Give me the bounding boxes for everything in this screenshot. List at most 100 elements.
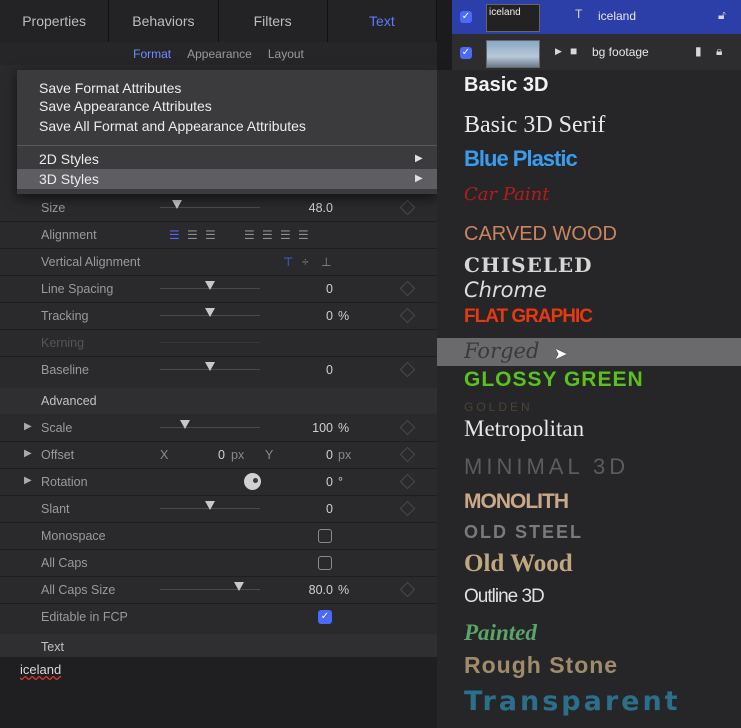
style-painted[interactable]: Painted	[437, 620, 741, 648]
menu-item-save-format[interactable]: Save Format Attributes	[17, 78, 437, 98]
all-caps-size-value[interactable]: 80.0	[300, 583, 333, 597]
style-chiseled[interactable]: CHISELED	[437, 253, 741, 281]
all-caps-size-slider[interactable]	[160, 589, 260, 590]
subtab-appearance[interactable]: Appearance	[187, 47, 252, 61]
size-label: Size	[41, 201, 66, 215]
size-slider-knob[interactable]	[172, 200, 182, 209]
menu-item-save-appearance[interactable]: Save Appearance Attributes	[17, 96, 437, 116]
keyframe-icon[interactable]	[399, 361, 416, 378]
disclosure-triangle-icon[interactable]: ▶	[24, 448, 32, 459]
menu-item-3d-styles[interactable]: 3D Styles ▶	[17, 169, 437, 189]
layer-row-iceland[interactable]: ✓ iceland T iceland 🔓︎	[452, 0, 741, 34]
rotation-value[interactable]: 0	[300, 475, 333, 489]
text-input-area[interactable]	[0, 657, 437, 728]
tab-properties[interactable]: Properties	[0, 0, 110, 42]
style-car-paint[interactable]: Car Paint	[437, 182, 741, 210]
lock-icon[interactable]: 🔒︎	[716, 44, 722, 59]
editable-fcp-checkbox[interactable]: ✓	[318, 610, 332, 624]
offset-label: Offset	[41, 448, 75, 462]
offset-y-value[interactable]: 0	[305, 448, 333, 462]
valign-top-icon[interactable]: ⊤	[283, 255, 293, 269]
menu-item-2d-styles[interactable]: 2D Styles ▶	[17, 149, 437, 169]
style-flat-graphic[interactable]: FLAT GRAPHIC	[437, 306, 741, 334]
all-caps-label: All Caps	[41, 556, 88, 570]
scale-slider[interactable]	[160, 427, 260, 428]
lock-open-icon[interactable]: 🔓︎	[718, 8, 726, 23]
layer-visibility-checkbox[interactable]: ✓	[460, 47, 472, 59]
slant-knob[interactable]	[205, 501, 215, 510]
scale-knob[interactable]	[180, 420, 190, 429]
style-chrome[interactable]: Chrome	[437, 278, 741, 306]
line-spacing-value[interactable]: 0	[300, 282, 333, 296]
rotation-dial-icon[interactable]	[244, 473, 261, 490]
style-forged[interactable]: Forged ➤	[437, 338, 741, 366]
monospace-row: Monospace	[0, 523, 437, 549]
valign-bottom-icon[interactable]: ⊥	[321, 255, 331, 269]
disclosure-triangle-icon[interactable]: ▶	[555, 46, 562, 57]
style-blue-plastic[interactable]: Blue Plastic	[437, 146, 741, 174]
scale-value[interactable]: 100	[300, 421, 333, 435]
monospace-checkbox[interactable]	[318, 529, 332, 543]
advanced-section-header[interactable]: Advanced	[0, 388, 437, 414]
baseline-value[interactable]: 0	[300, 363, 333, 377]
style-basic-3d[interactable]: Basic 3D	[437, 72, 741, 100]
offset-row: ▶ Offset X 0 px Y 0 px	[0, 442, 437, 468]
align-left-icon[interactable]: ☰	[169, 228, 180, 242]
justify-center-icon[interactable]: ☰	[262, 228, 273, 242]
tab-text[interactable]: Text	[328, 0, 437, 42]
style-basic-3d-serif[interactable]: Basic 3D Serif	[437, 112, 741, 140]
align-center-icon[interactable]: ☰	[187, 228, 198, 242]
layer-name[interactable]: iceland	[598, 9, 636, 23]
keyframe-icon[interactable]	[399, 307, 416, 324]
keyframe-icon[interactable]	[399, 581, 416, 598]
style-rough-stone[interactable]: Rough Stone	[437, 652, 741, 680]
style-carved-wood[interactable]: CARVED WOOD	[437, 221, 741, 249]
style-old-wood[interactable]: Old Wood	[437, 550, 741, 578]
align-right-icon[interactable]: ☰	[205, 228, 216, 242]
layer-options-icon[interactable]: ▮	[695, 44, 702, 58]
tab-behaviors[interactable]: Behaviors	[109, 0, 219, 42]
subtab-layout[interactable]: Layout	[268, 47, 304, 61]
menu-item-save-all[interactable]: Save All Format and Appearance Attribute…	[17, 116, 437, 136]
style-glossy-green[interactable]: GLOSSY GREEN	[437, 368, 741, 396]
keyframe-icon[interactable]	[399, 419, 416, 436]
keyframe-icon[interactable]	[399, 500, 416, 517]
layer-visibility-checkbox[interactable]: ✓	[460, 11, 472, 23]
layer-row-bg-footage[interactable]: ✓ ▶ ■ bg footage ▮ 🔒︎	[452, 36, 741, 70]
slant-value[interactable]: 0	[300, 502, 333, 516]
disclosure-triangle-icon[interactable]: ▶	[24, 421, 32, 432]
disclosure-triangle-icon[interactable]: ▶	[24, 475, 32, 486]
baseline-knob[interactable]	[205, 362, 215, 371]
offset-x-value[interactable]: 0	[205, 448, 225, 462]
all-caps-size-knob[interactable]	[234, 582, 244, 591]
keyframe-icon[interactable]	[399, 473, 416, 490]
subtab-format[interactable]: Format	[133, 47, 171, 61]
text-subtabs: Format Appearance Layout	[0, 42, 437, 65]
layer-name[interactable]: bg footage	[592, 45, 649, 59]
monospace-label: Monospace	[41, 529, 106, 543]
tracking-knob[interactable]	[205, 308, 215, 317]
text-input-value[interactable]: iceland	[20, 662, 61, 677]
valign-middle-icon[interactable]: ÷	[302, 255, 309, 269]
tracking-value[interactable]: 0	[300, 309, 333, 323]
line-spacing-knob[interactable]	[205, 281, 215, 290]
justify-left-icon[interactable]: ☰	[244, 228, 255, 242]
style-minimal-3d[interactable]: MINIMAL 3D	[437, 454, 741, 482]
size-value[interactable]: 48.0	[300, 201, 333, 215]
style-transparent[interactable]: Transparent	[437, 686, 741, 717]
text-section-title: Text	[41, 640, 64, 654]
keyframe-icon[interactable]	[399, 199, 416, 216]
style-old-steel[interactable]: OLD STEEL	[437, 522, 741, 550]
keyframe-icon[interactable]	[399, 280, 416, 297]
kerning-label: Kerning	[41, 336, 85, 350]
keyframe-icon[interactable]	[399, 446, 416, 463]
justify-right-icon[interactable]: ☰	[280, 228, 291, 242]
justify-full-icon[interactable]: ☰	[298, 228, 309, 242]
tab-filters[interactable]: Filters	[219, 0, 328, 42]
alignment-label: Alignment	[41, 228, 97, 242]
all-caps-row: All Caps	[0, 550, 437, 576]
style-monolith[interactable]: MONOLITH	[437, 490, 741, 518]
style-metropolitan[interactable]: Metropolitan	[437, 416, 741, 444]
style-outline-3d[interactable]: Outline 3D	[437, 586, 741, 614]
all-caps-checkbox[interactable]	[318, 556, 332, 570]
